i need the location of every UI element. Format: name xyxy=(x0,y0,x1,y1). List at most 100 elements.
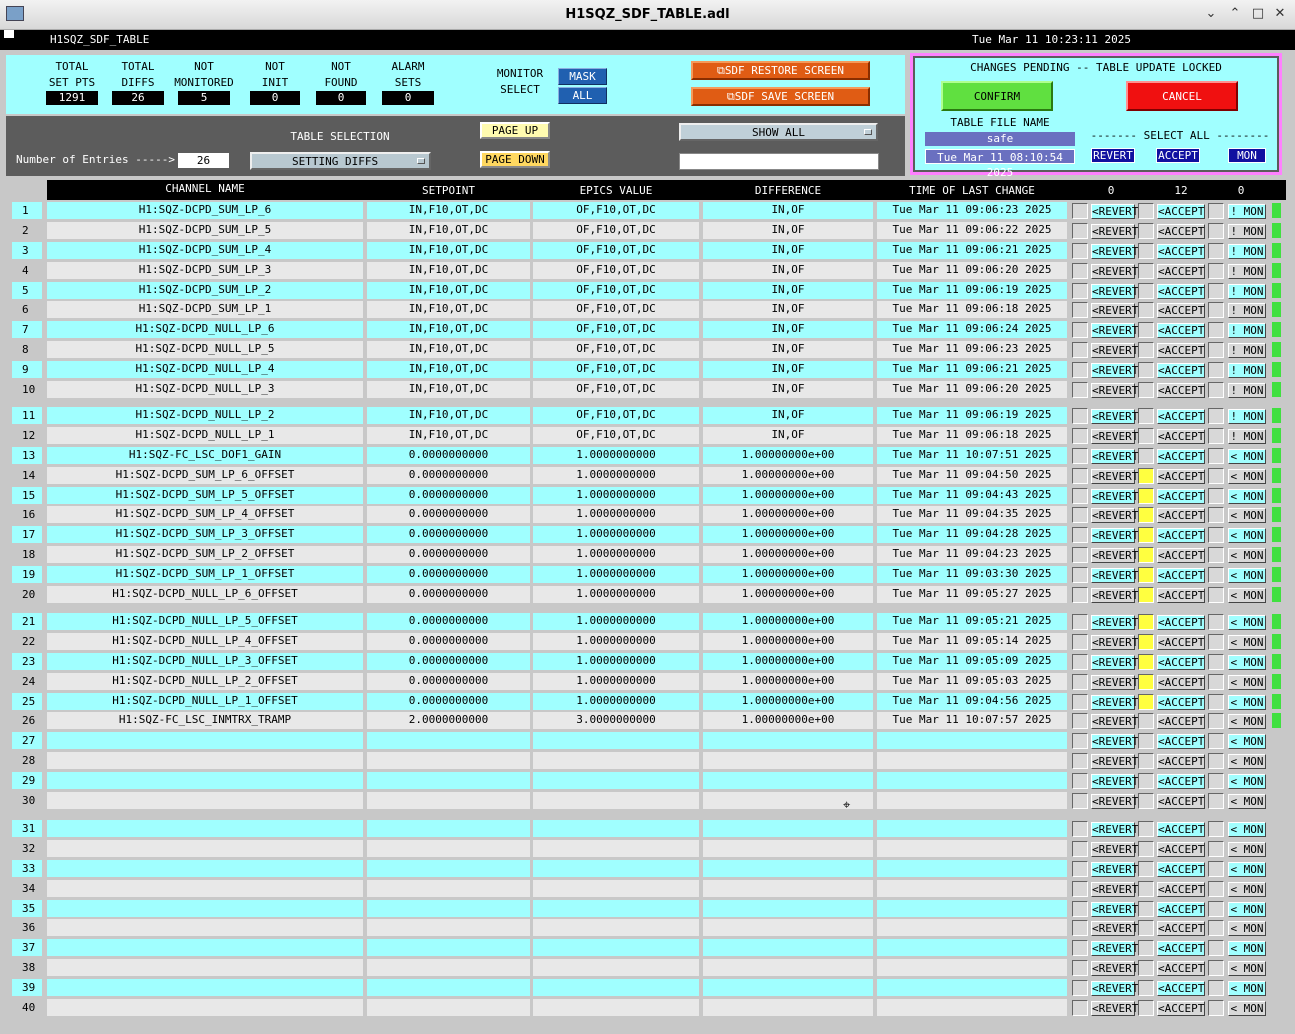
revert-button[interactable]: <REVERT xyxy=(1091,409,1138,424)
mon-checkbox[interactable] xyxy=(1208,940,1224,956)
filter-input[interactable] xyxy=(679,153,879,170)
revert-checkbox[interactable] xyxy=(1072,428,1088,444)
revert-checkbox[interactable] xyxy=(1072,821,1088,837)
revert-checkbox[interactable] xyxy=(1072,302,1088,318)
accept-checkbox[interactable] xyxy=(1138,567,1154,583)
accept-checkbox[interactable] xyxy=(1138,223,1154,239)
revert-checkbox[interactable] xyxy=(1072,960,1088,976)
revert-button[interactable]: <REVERT xyxy=(1091,902,1138,917)
accept-checkbox[interactable] xyxy=(1138,821,1154,837)
accept-button[interactable]: <ACCEPT xyxy=(1157,734,1205,749)
mon-checkbox[interactable] xyxy=(1208,614,1224,630)
accept-button[interactable]: <ACCEPT xyxy=(1157,568,1205,583)
revert-button[interactable]: <REVERT xyxy=(1091,734,1138,749)
revert-checkbox[interactable] xyxy=(1072,567,1088,583)
mon-button[interactable]: ! MON xyxy=(1228,409,1266,424)
mon-button[interactable]: ! MON xyxy=(1228,429,1266,444)
accept-checkbox[interactable] xyxy=(1138,263,1154,279)
accept-button[interactable]: <ACCEPT xyxy=(1157,343,1205,358)
mon-button[interactable]: ! MON xyxy=(1228,303,1266,318)
accept-checkbox[interactable] xyxy=(1138,920,1154,936)
revert-checkbox[interactable] xyxy=(1072,733,1088,749)
revert-button[interactable]: <REVERT xyxy=(1091,224,1138,239)
revert-button[interactable]: <REVERT xyxy=(1091,822,1138,837)
mon-checkbox[interactable] xyxy=(1208,733,1224,749)
revert-checkbox[interactable] xyxy=(1072,488,1088,504)
revert-checkbox[interactable] xyxy=(1072,203,1088,219)
accept-button[interactable]: <ACCEPT xyxy=(1157,429,1205,444)
revert-checkbox[interactable] xyxy=(1072,507,1088,523)
accept-checkbox[interactable] xyxy=(1138,322,1154,338)
mon-button[interactable]: ! MON xyxy=(1228,224,1266,239)
accept-checkbox[interactable] xyxy=(1138,960,1154,976)
mon-checkbox[interactable] xyxy=(1208,263,1224,279)
accept-button[interactable]: <ACCEPT xyxy=(1157,1001,1205,1016)
mon-button[interactable]: < MON xyxy=(1228,714,1266,729)
accept-button[interactable]: <ACCEPT xyxy=(1157,284,1205,299)
page-down-button[interactable]: PAGE DOWN xyxy=(480,151,550,168)
accept-checkbox[interactable] xyxy=(1138,940,1154,956)
revert-checkbox[interactable] xyxy=(1072,920,1088,936)
revert-button[interactable]: <REVERT xyxy=(1091,655,1138,670)
mon-checkbox[interactable] xyxy=(1208,448,1224,464)
mon-checkbox[interactable] xyxy=(1208,634,1224,650)
mon-checkbox[interactable] xyxy=(1208,793,1224,809)
mon-checkbox[interactable] xyxy=(1208,960,1224,976)
revert-checkbox[interactable] xyxy=(1072,940,1088,956)
revert-button[interactable]: <REVERT xyxy=(1091,588,1138,603)
accept-checkbox[interactable] xyxy=(1138,382,1154,398)
page-up-button[interactable]: PAGE UP xyxy=(480,122,550,139)
revert-button[interactable]: <REVERT xyxy=(1091,774,1138,789)
mon-checkbox[interactable] xyxy=(1208,408,1224,424)
mon-button[interactable]: ! MON xyxy=(1228,323,1266,338)
mon-checkbox[interactable] xyxy=(1208,382,1224,398)
accept-button[interactable]: <ACCEPT xyxy=(1157,635,1205,650)
table-selection-menu[interactable]: SETTING DIFFS xyxy=(250,152,431,170)
revert-button[interactable]: <REVERT xyxy=(1091,489,1138,504)
accept-checkbox[interactable] xyxy=(1138,283,1154,299)
accept-checkbox[interactable] xyxy=(1138,773,1154,789)
mon-checkbox[interactable] xyxy=(1208,881,1224,897)
accept-button[interactable]: <ACCEPT xyxy=(1157,363,1205,378)
accept-button[interactable]: <ACCEPT xyxy=(1157,588,1205,603)
revert-checkbox[interactable] xyxy=(1072,694,1088,710)
accept-button[interactable]: <ACCEPT xyxy=(1157,941,1205,956)
mon-button[interactable]: ! MON xyxy=(1228,204,1266,219)
accept-checkbox[interactable] xyxy=(1138,243,1154,259)
mon-checkbox[interactable] xyxy=(1208,468,1224,484)
revert-button[interactable]: <REVERT xyxy=(1091,568,1138,583)
close-button[interactable]: ✕ xyxy=(1272,6,1288,22)
revert-button[interactable]: <REVERT xyxy=(1091,449,1138,464)
accept-checkbox[interactable] xyxy=(1138,428,1154,444)
mon-button[interactable]: < MON xyxy=(1228,941,1266,956)
mon-checkbox[interactable] xyxy=(1208,861,1224,877)
revert-checkbox[interactable] xyxy=(1072,547,1088,563)
accept-checkbox[interactable] xyxy=(1138,1000,1154,1016)
accept-checkbox[interactable] xyxy=(1138,488,1154,504)
revert-checkbox[interactable] xyxy=(1072,263,1088,279)
revert-checkbox[interactable] xyxy=(1072,713,1088,729)
revert-button[interactable]: <REVERT xyxy=(1091,862,1138,877)
accept-button[interactable]: <ACCEPT xyxy=(1157,842,1205,857)
revert-button[interactable]: <REVERT xyxy=(1091,303,1138,318)
mon-checkbox[interactable] xyxy=(1208,428,1224,444)
revert-button[interactable]: <REVERT xyxy=(1091,204,1138,219)
revert-button[interactable]: <REVERT xyxy=(1091,882,1138,897)
mon-checkbox[interactable] xyxy=(1208,713,1224,729)
mon-button[interactable]: ! MON xyxy=(1228,343,1266,358)
mon-button[interactable]: < MON xyxy=(1228,902,1266,917)
mon-button[interactable]: < MON xyxy=(1228,568,1266,583)
accept-button[interactable]: <ACCEPT xyxy=(1157,695,1205,710)
accept-button[interactable]: <ACCEPT xyxy=(1157,882,1205,897)
accept-checkbox[interactable] xyxy=(1138,841,1154,857)
mon-button[interactable]: < MON xyxy=(1228,794,1266,809)
accept-button[interactable]: <ACCEPT xyxy=(1157,489,1205,504)
mon-checkbox[interactable] xyxy=(1208,920,1224,936)
revert-checkbox[interactable] xyxy=(1072,634,1088,650)
accept-button[interactable]: <ACCEPT xyxy=(1157,224,1205,239)
accept-checkbox[interactable] xyxy=(1138,881,1154,897)
revert-checkbox[interactable] xyxy=(1072,322,1088,338)
revert-checkbox[interactable] xyxy=(1072,362,1088,378)
revert-checkbox[interactable] xyxy=(1072,527,1088,543)
revert-checkbox[interactable] xyxy=(1072,223,1088,239)
